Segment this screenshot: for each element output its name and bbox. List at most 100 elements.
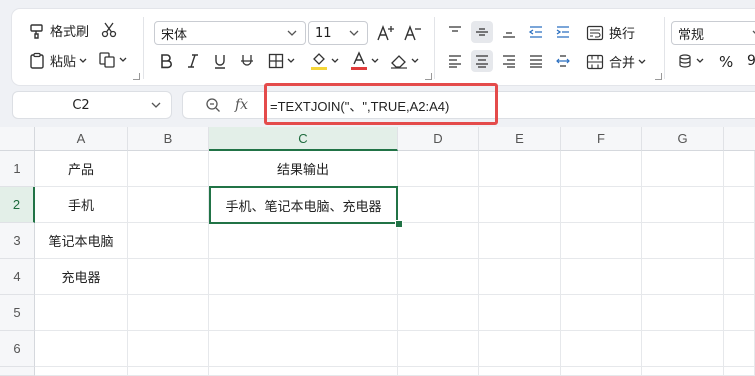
grid-cell[interactable] bbox=[479, 187, 561, 223]
column-header-h[interactable] bbox=[724, 127, 755, 151]
grid-cell[interactable] bbox=[479, 367, 561, 376]
column-header-e[interactable]: E bbox=[479, 127, 561, 151]
grid-cell[interactable] bbox=[642, 295, 724, 331]
grid-cell[interactable] bbox=[398, 187, 479, 223]
increase-indent-button[interactable] bbox=[552, 21, 574, 43]
grid-cell[interactable] bbox=[642, 367, 724, 376]
copy-button[interactable] bbox=[98, 51, 130, 69]
grid-cell[interactable] bbox=[642, 259, 724, 295]
column-header-a[interactable]: A bbox=[35, 127, 128, 151]
group-expand-icon[interactable] bbox=[425, 73, 432, 80]
row-header-6[interactable]: 6 bbox=[0, 331, 35, 367]
grid-cell[interactable] bbox=[35, 295, 128, 331]
grid-cell[interactable] bbox=[479, 223, 561, 259]
clear-button[interactable] bbox=[390, 53, 422, 69]
paste-button[interactable]: 粘贴 bbox=[28, 51, 90, 70]
grid-cell[interactable] bbox=[724, 151, 755, 187]
row-header-5[interactable]: 5 bbox=[0, 295, 35, 331]
strikethrough-button[interactable] bbox=[236, 50, 258, 72]
distributed-button[interactable] bbox=[552, 50, 574, 72]
align-bottom-button[interactable] bbox=[498, 21, 520, 43]
grid-cell[interactable] bbox=[209, 367, 398, 376]
font-color-button[interactable] bbox=[350, 51, 382, 71]
grid-cell[interactable] bbox=[561, 223, 642, 259]
wrap-text-button[interactable]: 换行 bbox=[586, 23, 635, 42]
grid-cell[interactable] bbox=[398, 223, 479, 259]
grid-cell[interactable] bbox=[209, 223, 398, 259]
increase-font-button[interactable] bbox=[375, 22, 397, 44]
grid-cell[interactable] bbox=[479, 331, 561, 367]
currency-button[interactable] bbox=[677, 53, 707, 69]
merge-button[interactable]: 合并 bbox=[586, 52, 649, 71]
align-top-button[interactable] bbox=[444, 21, 466, 43]
zoom-icon[interactable] bbox=[205, 97, 221, 113]
grid-cell[interactable] bbox=[561, 331, 642, 367]
grid-cell[interactable] bbox=[479, 151, 561, 187]
align-middle-button[interactable] bbox=[471, 21, 493, 43]
grid-cell[interactable] bbox=[398, 295, 479, 331]
grid-cell[interactable] bbox=[128, 331, 209, 367]
grid-cell[interactable] bbox=[642, 187, 724, 223]
grid-cell[interactable] bbox=[724, 259, 755, 295]
font-size-select[interactable]: 11 bbox=[308, 21, 368, 45]
cut-button[interactable] bbox=[98, 19, 120, 41]
grid-cell[interactable] bbox=[398, 331, 479, 367]
grid-cell[interactable] bbox=[561, 187, 642, 223]
row-header-4[interactable]: 4 bbox=[0, 259, 35, 295]
borders-button[interactable] bbox=[268, 53, 298, 69]
grid-cell[interactable] bbox=[561, 259, 642, 295]
grid-cell[interactable] bbox=[724, 187, 755, 223]
grid-cell[interactable] bbox=[724, 331, 755, 367]
grid-cell[interactable] bbox=[209, 259, 398, 295]
grid-cell[interactable] bbox=[128, 187, 209, 223]
grid-cell[interactable] bbox=[642, 151, 724, 187]
grid-cell[interactable] bbox=[479, 259, 561, 295]
grid-cell[interactable] bbox=[209, 331, 398, 367]
grid-cell[interactable] bbox=[724, 367, 755, 376]
column-header-d[interactable]: D bbox=[398, 127, 479, 151]
italic-button[interactable] bbox=[182, 50, 204, 72]
select-all-corner[interactable] bbox=[0, 127, 35, 151]
number-format-select[interactable]: 常规 bbox=[671, 21, 755, 45]
name-box[interactable]: C2 bbox=[12, 91, 172, 119]
row-header-2[interactable]: 2 bbox=[0, 187, 35, 223]
decrease-font-button[interactable] bbox=[402, 22, 424, 44]
format-painter-button[interactable]: 格式刷 bbox=[28, 21, 89, 40]
row-header-7[interactable] bbox=[0, 367, 35, 376]
decrease-indent-button[interactable] bbox=[525, 21, 547, 43]
cell-c1[interactable]: 结果输出 bbox=[209, 151, 398, 187]
grid-cell[interactable] bbox=[128, 295, 209, 331]
fill-handle[interactable] bbox=[395, 220, 403, 228]
cell-c2-active[interactable]: 手机、笔记本电脑、充电器 bbox=[209, 186, 398, 224]
grid-cell[interactable] bbox=[128, 367, 209, 376]
grid-cell[interactable] bbox=[642, 223, 724, 259]
cell-a2[interactable]: 手机 bbox=[35, 187, 128, 223]
grid-cell[interactable] bbox=[479, 295, 561, 331]
align-right-button[interactable] bbox=[498, 50, 520, 72]
font-name-select[interactable]: 宋体 bbox=[154, 21, 306, 45]
cell-a1[interactable]: 产品 bbox=[35, 151, 128, 187]
row-header-3[interactable]: 3 bbox=[0, 223, 35, 259]
percent-button[interactable]: % bbox=[719, 53, 733, 71]
grid-cell[interactable] bbox=[128, 259, 209, 295]
align-left-button[interactable] bbox=[444, 50, 466, 72]
group-expand-icon[interactable] bbox=[133, 73, 140, 80]
grid-cell[interactable] bbox=[128, 223, 209, 259]
cell-a4[interactable]: 充电器 bbox=[35, 259, 128, 295]
grid-cell[interactable] bbox=[128, 151, 209, 187]
column-header-g[interactable]: G bbox=[642, 127, 724, 151]
grid-cell[interactable] bbox=[561, 367, 642, 376]
grid-cell[interactable] bbox=[398, 367, 479, 376]
grid-cell[interactable] bbox=[561, 151, 642, 187]
bold-button[interactable] bbox=[155, 50, 177, 72]
group-expand-icon[interactable] bbox=[655, 73, 662, 80]
align-center-button[interactable] bbox=[471, 50, 493, 72]
grid-cell[interactable] bbox=[724, 295, 755, 331]
grid-cell[interactable] bbox=[398, 151, 479, 187]
comma-button[interactable]: 9 bbox=[747, 53, 755, 69]
fill-color-button[interactable] bbox=[310, 51, 342, 71]
underline-button[interactable] bbox=[209, 50, 231, 72]
grid-cell[interactable] bbox=[209, 295, 398, 331]
fx-icon[interactable]: fx bbox=[235, 97, 248, 113]
row-header-1[interactable]: 1 bbox=[0, 151, 35, 187]
